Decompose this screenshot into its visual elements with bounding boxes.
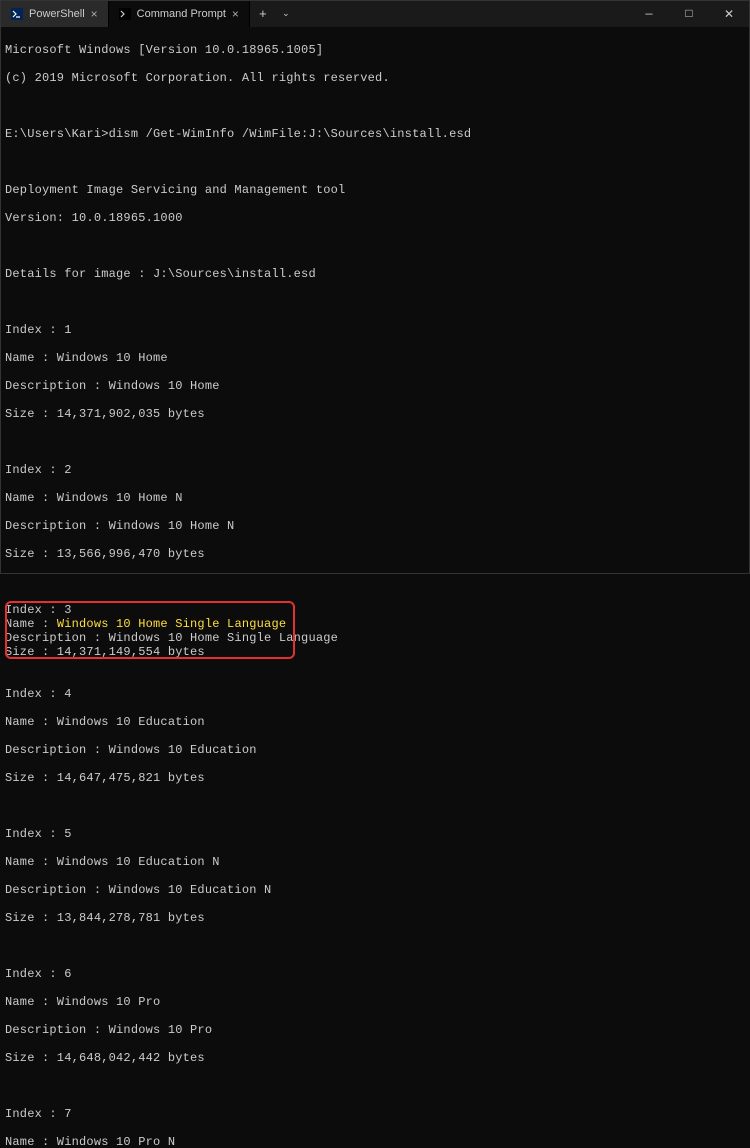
entry-index: Index : 1 [5,323,745,337]
entry-index: Index : 4 [5,687,745,701]
entry-index: Index : 2 [5,463,745,477]
entry-desc: Description : Windows 10 Education [5,743,745,757]
entry-desc: Description : Windows 10 Pro [5,1023,745,1037]
tab-dropdown-button[interactable]: ⌄ [276,1,296,27]
tabs: PowerShell × Command Prompt × [1,1,250,27]
entry-size: Size : 14,647,475,821 bytes [5,771,745,785]
header-line: Microsoft Windows [Version 10.0.18965.10… [5,43,745,57]
entry-name: Name : Windows 10 Pro [5,995,745,1009]
tool-line: Deployment Image Servicing and Managemen… [5,183,745,197]
tab-label: Command Prompt [137,8,226,20]
entry-desc: Description : Windows 10 Education N [5,883,745,897]
entry-desc: Description : Windows 10 Home N [5,519,745,533]
new-tab-button[interactable]: + [250,1,276,27]
titlebar: PowerShell × Command Prompt × + ⌄ — □ ✕ [1,1,749,27]
entry-name: Name : Windows 10 Education [5,715,745,729]
close-icon[interactable]: × [91,7,98,21]
terminal-output[interactable]: Microsoft Windows [Version 10.0.18965.10… [1,27,749,1148]
tab-label: PowerShell [29,8,85,20]
maximize-button[interactable]: □ [669,1,709,27]
window-controls: — □ ✕ [629,1,749,27]
entry-desc: Description : Windows 10 Home [5,379,745,393]
details-line: Details for image : J:\Sources\install.e… [5,267,745,281]
tool-line: Version: 10.0.18965.1000 [5,211,745,225]
prompt-command: E:\Users\Kari>dism /Get-WimInfo /WimFile… [5,127,745,141]
entry-name: Name : Windows 10 Pro N [5,1135,745,1148]
entry-index: Index : 5 [5,827,745,841]
tab-powershell[interactable]: PowerShell × [1,1,109,27]
entry-name: Name : Windows 10 Home [5,351,745,365]
tab-command-prompt[interactable]: Command Prompt × [109,1,250,27]
cmd-icon [119,8,131,20]
powershell-icon [11,8,23,20]
highlight-box [5,601,295,659]
entry-size: Size : 13,844,278,781 bytes [5,911,745,925]
highlighted-entry: Index : 3Name : Windows 10 Home Single L… [5,603,338,659]
entry-index: Index : 6 [5,967,745,981]
minimize-button[interactable]: — [629,1,669,27]
close-button[interactable]: ✕ [709,1,749,27]
entry-name: Name : Windows 10 Home N [5,491,745,505]
entry-size: Size : 14,648,042,442 bytes [5,1051,745,1065]
entry-size: Size : 14,371,902,035 bytes [5,407,745,421]
close-icon[interactable]: × [232,7,239,21]
entry-index: Index : 7 [5,1107,745,1121]
header-line: (c) 2019 Microsoft Corporation. All righ… [5,71,745,85]
entry-name: Name : Windows 10 Education N [5,855,745,869]
entry-size: Size : 13,566,996,470 bytes [5,547,745,561]
